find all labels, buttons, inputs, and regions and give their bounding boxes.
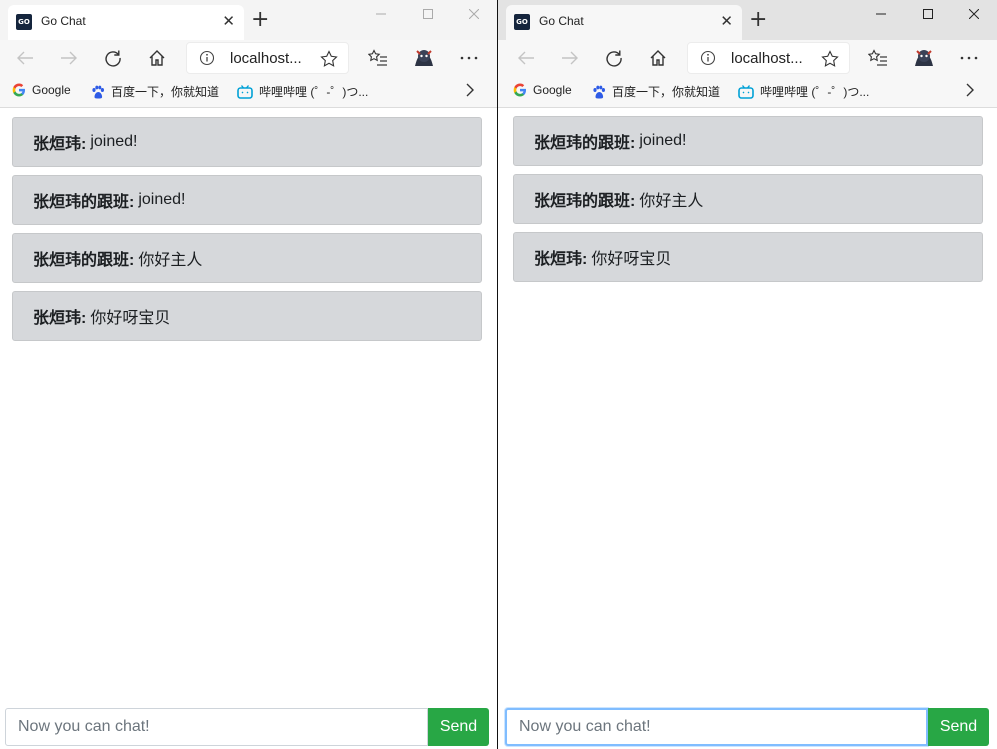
close-window-icon[interactable]: [451, 0, 497, 28]
message-user: 张烜玮的跟班:: [33, 252, 135, 269]
message-text: 你好主人: [639, 193, 704, 210]
bilibili-tv-icon: [237, 84, 253, 99]
message-user: 张烜玮:: [534, 251, 588, 268]
navigation-toolbar: localhost...: [498, 40, 997, 76]
message-text: joined!: [639, 132, 687, 149]
chat-input[interactable]: [505, 708, 928, 746]
bookmark-baidu[interactable]: 百度一下，你就知道: [592, 83, 720, 100]
send-button[interactable]: Send: [928, 708, 989, 746]
minimize-icon[interactable]: [358, 0, 404, 28]
message-user: 张烜玮的跟班:: [534, 135, 636, 152]
bookmarks-bar: Google 百度一下，你就知道 哔哩哔哩 (゜-゜)つ...: [0, 76, 497, 108]
favorites-list-icon[interactable]: [366, 46, 390, 70]
minimize-icon[interactable]: [858, 0, 904, 28]
favorites-list-icon[interactable]: [866, 46, 890, 70]
bookmark-label: Google: [32, 83, 71, 97]
site-info-icon[interactable]: [700, 50, 716, 71]
message-item: 张烜玮: 你好呀宝贝: [12, 291, 482, 341]
message-user: 张烜玮的跟班:: [33, 194, 135, 211]
profile-avatar-icon[interactable]: [912, 46, 936, 70]
favorite-star-icon[interactable]: [320, 50, 338, 73]
back-arrow-icon[interactable]: [13, 46, 37, 70]
message-item: 张烜玮的跟班: joined!: [513, 116, 983, 166]
tab-title: Go Chat: [41, 14, 86, 28]
more-menu-icon[interactable]: [957, 46, 981, 70]
tab-close-icon[interactable]: ✕: [720, 12, 733, 32]
message-item: 张烜玮: joined!: [12, 117, 482, 167]
url-text: localhost...: [731, 50, 803, 67]
bookmarks-bar: Google 百度一下，你就知道 哔哩哔哩 (゜-゜)つ...: [498, 76, 997, 108]
bookmark-bilibili[interactable]: 哔哩哔哩 (゜-゜)つ...: [237, 83, 368, 100]
address-bar[interactable]: localhost...: [687, 42, 850, 74]
go-favicon-icon: GO: [16, 14, 32, 30]
chat-page: 张烜玮: joined! 张烜玮的跟班: joined! 张烜玮的跟班: 你好主…: [0, 109, 497, 749]
tab-go-chat[interactable]: GO Go Chat ✕: [506, 5, 742, 40]
chat-form: Send: [505, 708, 989, 746]
bookmark-label: 百度一下，你就知道: [612, 85, 721, 99]
bookmark-label: Google: [533, 83, 572, 97]
back-arrow-icon[interactable]: [514, 46, 538, 70]
bookmark-google[interactable]: Google: [12, 83, 71, 97]
message-item: 张烜玮的跟班: 你好主人: [513, 174, 983, 224]
chat-form: Send: [5, 708, 489, 746]
bookmark-bilibili[interactable]: 哔哩哔哩 (゜-゜)つ...: [738, 83, 869, 100]
bookmark-label: 百度一下，你就知道: [111, 85, 220, 99]
chevron-right-icon[interactable]: [965, 82, 975, 101]
navigation-toolbar: localhost...: [0, 40, 497, 76]
baidu-paw-icon: [593, 85, 605, 98]
maximize-icon[interactable]: [905, 0, 951, 28]
message-text: joined!: [90, 133, 138, 150]
forward-arrow-icon[interactable]: [558, 46, 582, 70]
go-favicon-icon: GO: [514, 14, 530, 30]
new-tab-icon[interactable]: +: [749, 8, 767, 32]
close-window-icon[interactable]: [951, 0, 997, 28]
tab-close-icon[interactable]: ✕: [222, 12, 235, 32]
bilibili-tv-icon: [738, 84, 754, 99]
profile-avatar-icon[interactable]: [412, 46, 436, 70]
message-item: 张烜玮: 你好呀宝贝: [513, 232, 983, 282]
google-icon: [12, 83, 25, 97]
tab-title: Go Chat: [539, 14, 584, 28]
more-menu-icon[interactable]: [457, 46, 481, 70]
chat-input[interactable]: [5, 708, 428, 746]
new-tab-icon[interactable]: +: [251, 8, 269, 32]
tab-go-chat[interactable]: GO Go Chat ✕: [8, 5, 244, 40]
title-bar: GO Go Chat ✕ +: [0, 0, 497, 40]
message-text: 你好主人: [138, 252, 203, 269]
title-bar: GO Go Chat ✕ +: [498, 0, 997, 40]
bookmark-label: 哔哩哔哩 (゜-゜)つ...: [259, 85, 369, 99]
browser-window-right: GO Go Chat ✕ + localhost... Google 百度一下，…: [498, 0, 997, 749]
bookmark-label: 哔哩哔哩 (゜-゜)つ...: [760, 85, 870, 99]
chevron-right-icon[interactable]: [465, 82, 475, 101]
address-bar[interactable]: localhost...: [186, 42, 349, 74]
url-text: localhost...: [230, 50, 302, 67]
message-item: 张烜玮的跟班: 你好主人: [12, 233, 482, 283]
send-button[interactable]: Send: [428, 708, 489, 746]
message-item: 张烜玮的跟班: joined!: [12, 175, 482, 225]
forward-arrow-icon[interactable]: [57, 46, 81, 70]
browser-window-left: GO Go Chat ✕ + localhost... Google 百度一下，…: [0, 0, 497, 749]
favorite-star-icon[interactable]: [821, 50, 839, 73]
message-user: 张烜玮:: [33, 310, 87, 327]
maximize-icon[interactable]: [405, 0, 451, 28]
message-user: 张烜玮的跟班:: [534, 193, 636, 210]
message-text: 你好呀宝贝: [90, 310, 171, 327]
home-icon[interactable]: [145, 46, 169, 70]
refresh-icon[interactable]: [101, 46, 125, 70]
message-user: 张烜玮:: [33, 136, 87, 153]
baidu-paw-icon: [92, 85, 104, 98]
message-text: joined!: [138, 191, 186, 208]
refresh-icon[interactable]: [602, 46, 626, 70]
site-info-icon[interactable]: [199, 50, 215, 71]
home-icon[interactable]: [646, 46, 670, 70]
google-icon: [513, 83, 526, 97]
bookmark-baidu[interactable]: 百度一下，你就知道: [91, 83, 219, 100]
chat-page: 张烜玮的跟班: joined! 张烜玮的跟班: 你好主人 张烜玮: 你好呀宝贝 …: [498, 109, 997, 749]
bookmark-google[interactable]: Google: [513, 83, 572, 97]
message-text: 你好呀宝贝: [591, 251, 672, 268]
